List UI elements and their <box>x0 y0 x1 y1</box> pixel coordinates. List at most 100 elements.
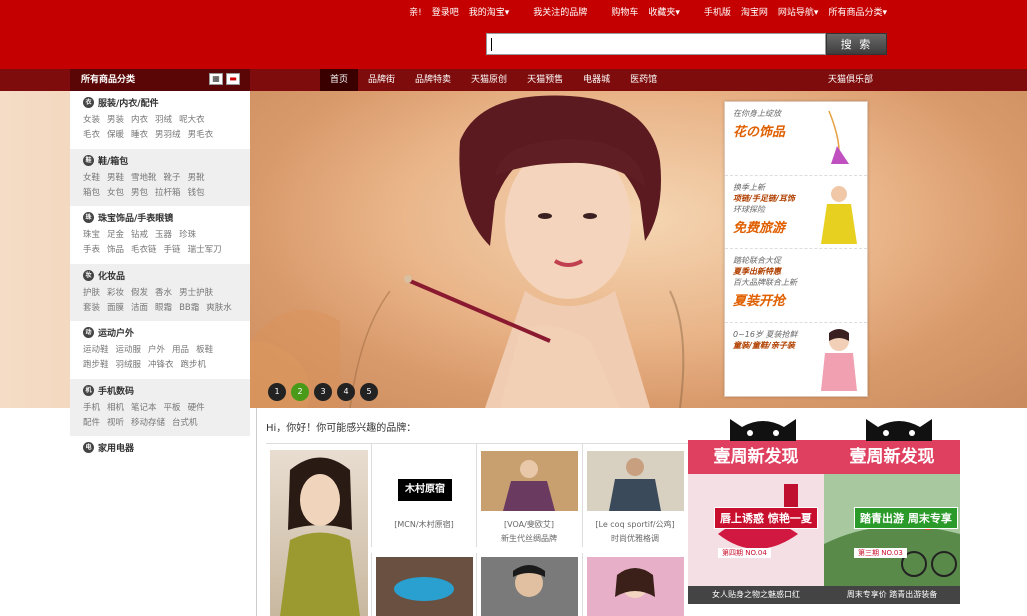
subcat-link[interactable]: 视听 <box>107 416 124 428</box>
category-shoes-bags[interactable]: 鞋鞋/箱包 女鞋 男鞋 雪地靴 靴子 男靴 箱包 女包 男包 拉杆箱 钱包 <box>70 148 250 206</box>
subcat-link[interactable]: 男靴 <box>188 171 205 183</box>
subcat-link[interactable]: 手机 <box>83 401 100 413</box>
subcat-link[interactable]: 女装 <box>83 113 100 125</box>
subcat-link[interactable]: 跑步鞋 <box>83 358 109 370</box>
promo-card-outdoor[interactable]: 壹周新发现 踏青出游 周末专享 第三期 NO.03 周末专享价 踏青出游装备 <box>824 437 960 607</box>
subcat-link[interactable]: 移动存储 <box>131 416 165 428</box>
subcat-link[interactable]: 毛衣链 <box>131 243 157 255</box>
brand-cell-sports[interactable] <box>371 553 475 616</box>
subcat-link[interactable]: 香水 <box>155 286 172 298</box>
subcat-link[interactable]: 套装 <box>83 301 100 313</box>
brand-cell-men[interactable] <box>476 553 580 616</box>
subcat-link[interactable]: 钻戒 <box>131 228 148 240</box>
panel-item-summer[interactable]: 踏轮联合大促 夏季出新特惠 百大品牌联合上新 夏装开抢 <box>725 249 867 323</box>
subcat-link[interactable]: 雪地靴 <box>131 171 157 183</box>
panel-item-travel[interactable]: 换季上新 项链/手足链/耳饰 环球探险 免费旅游 <box>725 176 867 249</box>
category-digital[interactable]: 机手机数码 手机 相机 笔记本 平板 硬件 配件 视听 移动存储 台式机 <box>70 378 250 436</box>
subcat-link[interactable]: 男鞋 <box>107 171 124 183</box>
top-link-mobile[interactable]: 手机版 <box>704 5 731 18</box>
subcat-link[interactable]: 男羽绒 <box>155 128 181 140</box>
subcat-link[interactable]: 相机 <box>107 401 124 413</box>
category-sports[interactable]: 动运动户外 运动鞋 运动服 户外 用品 板鞋 跑步鞋 羽绒服 冲锋衣 跑步机 <box>70 321 250 379</box>
subcat-link[interactable]: 毛衣 <box>83 128 100 140</box>
featured-brand-image[interactable] <box>270 450 368 616</box>
subcat-link[interactable]: 爽肤水 <box>206 301 232 313</box>
category-title[interactable]: 化妆品 <box>98 269 125 282</box>
subcat-link[interactable]: 硬件 <box>188 401 205 413</box>
brand-cell-lecoq[interactable]: [Le coq sportif/公鸡] 时尚优雅格调 <box>582 443 686 547</box>
hero-banner[interactable]: 在你身上绽放 花の饰品 换季上新 项链/手足链/耳饰 环球探险 免费旅游 踏轮联… <box>250 91 1027 408</box>
brand-cell-mcn[interactable]: 木村原宿 [MCN/木村原宿] <box>371 443 475 547</box>
subcat-link[interactable]: 呢大衣 <box>179 113 205 125</box>
subcat-link[interactable]: 男包 <box>131 186 148 198</box>
nav-item-home[interactable]: 首页 <box>320 69 359 91</box>
subcat-link[interactable]: 台式机 <box>172 416 198 428</box>
category-title[interactable]: 珠宝饰品/手表眼镜 <box>98 211 173 224</box>
subcat-link[interactable]: 用品 <box>172 343 189 355</box>
search-button[interactable]: 搜 索 <box>826 33 887 55</box>
subcat-link[interactable]: 内衣 <box>131 113 148 125</box>
subcat-link[interactable]: 板鞋 <box>196 343 213 355</box>
subcat-link[interactable]: 玉器 <box>155 228 172 240</box>
subcat-link[interactable]: 手表 <box>83 243 100 255</box>
banner-dot-3[interactable]: 3 <box>314 383 332 401</box>
promo-card-lipstick[interactable]: 壹周新发现 唇上诱惑 惊艳一夏 第四期 NO.04 女人贴身之物之魅惑口红 <box>688 437 824 607</box>
search-input[interactable] <box>486 33 826 55</box>
subcat-link[interactable]: 跑步机 <box>181 358 207 370</box>
subcat-link[interactable]: 男毛衣 <box>188 128 214 140</box>
panel-item-kids[interactable]: 0~16岁 夏装抢鲜 童装/童鞋/亲子装 <box>725 323 867 397</box>
category-cosmetics[interactable]: 妆化妆品 护肤 彩妆 假发 香水 男士护肤 套装 面膜 洁面 眼霜 BB霜 爽肤… <box>70 263 250 321</box>
category-jewelry[interactable]: 珠珠宝饰品/手表眼镜 珠宝 足金 钻戒 玉器 珍珠 手表 饰品 毛衣链 手链 瑞… <box>70 206 250 264</box>
subcat-link[interactable]: 运动鞋 <box>83 343 109 355</box>
subcat-link[interactable]: 靴子 <box>164 171 181 183</box>
panel-item-jewelry[interactable]: 在你身上绽放 花の饰品 <box>725 102 867 176</box>
nav-item-pharmacy[interactable]: 医药馆 <box>620 69 667 91</box>
subcat-link[interactable]: 眼霜 <box>155 301 172 313</box>
subcat-link[interactable]: 护肤 <box>83 286 100 298</box>
subcat-link[interactable]: 洁面 <box>131 301 148 313</box>
subcat-link[interactable]: 面膜 <box>107 301 124 313</box>
subcat-link[interactable]: 女包 <box>107 186 124 198</box>
category-appliances[interactable]: 电家用电器 <box>70 436 250 494</box>
subcat-link[interactable]: 足金 <box>107 228 124 240</box>
category-title[interactable]: 家用电器 <box>98 441 134 454</box>
subcat-link[interactable]: 配件 <box>83 416 100 428</box>
subcat-link[interactable]: 假发 <box>131 286 148 298</box>
category-title[interactable]: 鞋/箱包 <box>98 154 128 167</box>
banner-dot-4[interactable]: 4 <box>337 383 355 401</box>
category-title[interactable]: 服装/内衣/配件 <box>98 96 159 109</box>
top-link-followed-brands[interactable]: 我关注的品牌 <box>533 5 587 18</box>
list-view-icon[interactable]: ▬ <box>226 73 240 85</box>
subcat-link[interactable]: 珍珠 <box>179 228 196 240</box>
subcat-link[interactable]: 钱包 <box>188 186 205 198</box>
top-link-taobao[interactable]: 淘宝网 <box>741 5 768 18</box>
top-link-all-categories[interactable]: 所有商品分类▾ <box>828 5 887 18</box>
category-title[interactable]: 手机数码 <box>98 384 134 397</box>
banner-dot-5[interactable]: 5 <box>360 383 378 401</box>
subcat-link[interactable]: 羽绒 <box>155 113 172 125</box>
top-link-login[interactable]: 登录吧 <box>432 5 459 18</box>
subcat-link[interactable]: 运动服 <box>116 343 142 355</box>
nav-item-tmall-presale[interactable]: 天猫预售 <box>517 69 573 91</box>
brand-cell-women[interactable] <box>582 553 686 616</box>
banner-dot-1[interactable]: 1 <box>268 383 286 401</box>
subcat-link[interactable]: 拉杆箱 <box>155 186 181 198</box>
top-link-favorites[interactable]: 收藏夹▾ <box>648 5 680 18</box>
subcat-link[interactable]: 冲锋衣 <box>148 358 174 370</box>
category-title[interactable]: 运动户外 <box>98 326 134 339</box>
subcat-link[interactable]: 手链 <box>164 243 181 255</box>
subcat-link[interactable]: 保暖 <box>107 128 124 140</box>
subcat-link[interactable]: 珠宝 <box>83 228 100 240</box>
subcat-link[interactable]: 彩妆 <box>107 286 124 298</box>
top-link-my-taobao[interactable]: 我的淘宝▾ <box>469 5 510 18</box>
subcat-link[interactable]: 男装 <box>107 113 124 125</box>
nav-item-tmall-club[interactable]: 天猫俱乐部 <box>828 69 873 91</box>
subcat-link[interactable]: 平板 <box>164 401 181 413</box>
grid-view-icon[interactable]: ▦ <box>209 73 223 85</box>
category-clothing[interactable]: 衣服装/内衣/配件 女装 男装 内衣 羽绒 呢大衣 毛衣 保暖 睡衣 男羽绒 男… <box>70 91 250 149</box>
subcat-link[interactable]: 户外 <box>148 343 165 355</box>
subcat-link[interactable]: 饰品 <box>107 243 124 255</box>
top-link-cart[interactable]: 购物车 <box>611 5 638 18</box>
subcat-link[interactable]: 瑞士军刀 <box>188 243 222 255</box>
subcat-link[interactable]: BB霜 <box>179 301 199 313</box>
